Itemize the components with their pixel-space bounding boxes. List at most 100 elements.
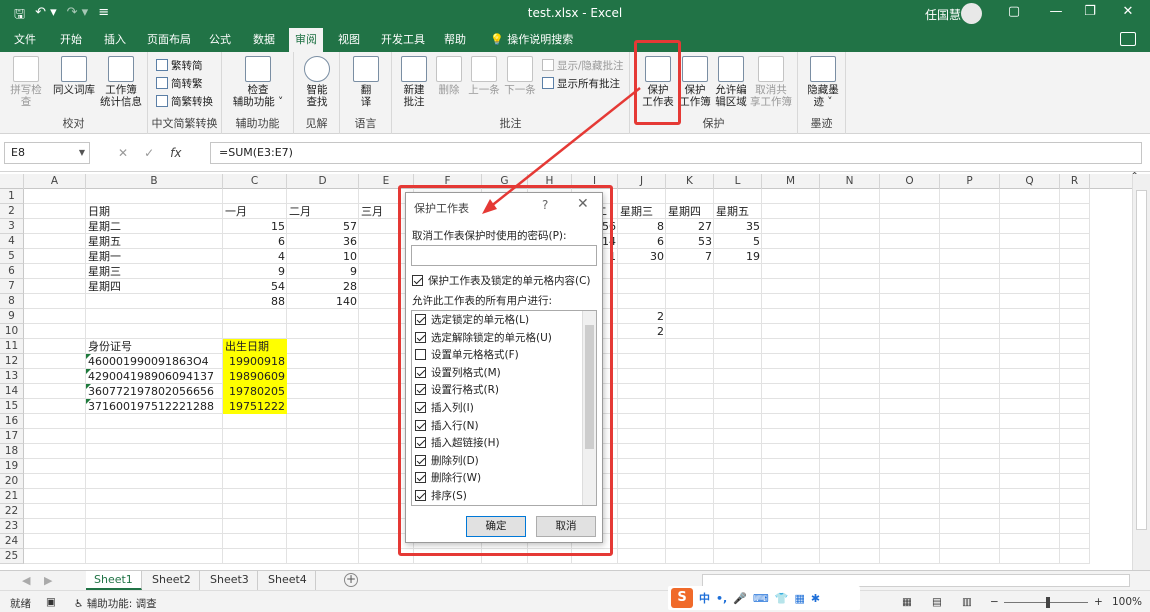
cell-d8[interactable]: 140: [287, 294, 359, 309]
cell-c3[interactable]: 15: [223, 219, 287, 234]
column-header[interactable]: Q: [1000, 174, 1060, 189]
cell-c4[interactable]: 6: [223, 234, 287, 249]
column-header[interactable]: R: [1060, 174, 1090, 189]
cell-b12[interactable]: 460001990091863O4: [86, 354, 223, 369]
column-header[interactable]: A: [24, 174, 86, 189]
trad-to-simp-button[interactable]: 繁转简: [156, 58, 203, 74]
workbook-statistics-button[interactable]: 工作簿 统计信息: [98, 56, 144, 108]
password-input[interactable]: [411, 245, 597, 266]
cell-b5[interactable]: 星期一: [86, 249, 223, 264]
column-header[interactable]: O: [880, 174, 940, 189]
cell-b7[interactable]: 星期四: [86, 279, 223, 294]
punctuation-icon[interactable]: •,: [716, 592, 727, 605]
keyboard-icon[interactable]: ⌨: [753, 592, 769, 605]
ribbon-display-options-button[interactable]: ▢: [1004, 4, 1024, 19]
cell-l3[interactable]: 35: [714, 219, 762, 234]
cell-b11[interactable]: 身份证号: [86, 339, 223, 354]
formula-input[interactable]: =SUM(E3:E7): [210, 142, 1142, 164]
error-indicator-icon[interactable]: [86, 354, 91, 359]
column-header[interactable]: P: [940, 174, 1000, 189]
permission-option[interactable]: 选定锁定的单元格(L): [415, 312, 529, 329]
cell-c11[interactable]: 出生日期: [223, 339, 287, 354]
delete-comment-button[interactable]: 删除: [434, 56, 464, 96]
microphone-icon[interactable]: 🎤: [733, 592, 747, 605]
zoom-in-button[interactable]: +: [1094, 596, 1103, 608]
cell-b13[interactable]: 429004198906094137: [86, 369, 223, 384]
permissions-list[interactable]: 选定锁定的单元格(L) 选定解除锁定的单元格(U) 设置单元格格式(F) 设置列格式(…: [411, 310, 597, 506]
checkbox-icon[interactable]: [415, 366, 426, 378]
row-header[interactable]: 21: [0, 489, 24, 504]
cell-l5[interactable]: 19: [714, 249, 762, 264]
translate-button[interactable]: 翻 译: [352, 56, 380, 108]
cell-d2[interactable]: 二月: [287, 204, 359, 219]
user-name[interactable]: 任国慧: [925, 6, 961, 23]
spelling-button[interactable]: 拼写检查: [6, 56, 46, 108]
avatar[interactable]: [961, 3, 982, 24]
error-indicator-icon[interactable]: [86, 369, 91, 374]
row-header[interactable]: 7: [0, 279, 24, 294]
checkbox-icon[interactable]: [415, 472, 426, 484]
thesaurus-button[interactable]: 同义词库: [52, 56, 96, 96]
column-header[interactable]: K: [666, 174, 714, 189]
sheet-tab-1[interactable]: Sheet1: [86, 571, 142, 590]
sheet-tab-3[interactable]: Sheet3: [202, 571, 258, 590]
ok-button[interactable]: 确定: [466, 516, 526, 537]
chinese-conversion-button[interactable]: 简繁转换: [156, 94, 213, 110]
permission-option[interactable]: 删除列(D): [415, 453, 479, 470]
allow-edit-ranges-button[interactable]: 允许编 辑区域: [714, 56, 748, 108]
cell-b4[interactable]: 星期五: [86, 234, 223, 249]
unshare-workbook-button[interactable]: 取消共 享工作簿: [748, 56, 794, 108]
ime-toolbar[interactable]: S 中 •, 🎤 ⌨ 👕 ▦ ✱: [668, 586, 860, 610]
row-header[interactable]: 12: [0, 354, 24, 369]
cell-d5[interactable]: 10: [287, 249, 359, 264]
sheet-tab-4[interactable]: Sheet4: [260, 571, 316, 590]
row-header[interactable]: 22: [0, 504, 24, 519]
tab-data[interactable]: 数据: [247, 28, 281, 52]
cell-c2[interactable]: 一月: [223, 204, 287, 219]
previous-comment-button[interactable]: 上一条: [468, 56, 500, 96]
comments-pane-icon[interactable]: [1120, 32, 1136, 46]
cell-c14[interactable]: 19780205: [223, 384, 287, 399]
permission-option[interactable]: 插入超链接(H): [415, 435, 500, 452]
permission-option[interactable]: 选定解除锁定的单元格(U): [415, 330, 552, 347]
restore-button[interactable]: ❐: [1080, 4, 1100, 19]
cell-d4[interactable]: 36: [287, 234, 359, 249]
tell-me-search[interactable]: 💡 操作说明搜索: [490, 28, 573, 52]
row-header[interactable]: 13: [0, 369, 24, 384]
checkbox-icon[interactable]: [415, 490, 426, 501]
tab-review[interactable]: 审阅: [289, 28, 323, 52]
cell-c15[interactable]: 19751222: [223, 399, 287, 414]
checkbox-icon[interactable]: [415, 384, 426, 396]
row-header[interactable]: 14: [0, 384, 24, 399]
protect-workbook-button[interactable]: 保护 工作簿: [678, 56, 712, 108]
row-header[interactable]: 16: [0, 414, 24, 429]
page-break-view-icon[interactable]: ▥: [962, 596, 972, 608]
cell-b15[interactable]: 371600197512221288: [86, 399, 223, 414]
show-all-comments-button[interactable]: 显示所有批注: [542, 76, 620, 92]
row-header[interactable]: 2: [0, 204, 24, 219]
tab-file[interactable]: 文件: [8, 28, 42, 52]
name-box[interactable]: E8 ▼: [4, 142, 90, 164]
next-comment-button[interactable]: 下一条: [504, 56, 536, 96]
permission-option[interactable]: 设置单元格格式(F): [415, 347, 519, 364]
checkbox-icon[interactable]: [415, 437, 426, 449]
tab-help[interactable]: 帮助: [438, 28, 472, 52]
column-header[interactable]: M: [762, 174, 820, 189]
cell-c12[interactable]: 19900918: [223, 354, 287, 369]
cell-b3[interactable]: 星期二: [86, 219, 223, 234]
row-header[interactable]: 23: [0, 519, 24, 534]
cell-k4[interactable]: 53: [666, 234, 714, 249]
zoom-level[interactable]: 100%: [1112, 596, 1142, 608]
cell-j4[interactable]: 6: [618, 234, 666, 249]
cell-j2[interactable]: 星期三: [618, 204, 666, 219]
cell-l4[interactable]: 5: [714, 234, 762, 249]
row-header[interactable]: 9: [0, 309, 24, 324]
cell-b2[interactable]: 日期: [86, 204, 223, 219]
cell-c7[interactable]: 54: [223, 279, 287, 294]
column-header[interactable]: B: [86, 174, 223, 189]
tab-view[interactable]: 视图: [332, 28, 366, 52]
row-header[interactable]: 3: [0, 219, 24, 234]
column-header[interactable]: J: [618, 174, 666, 189]
tab-formulas[interactable]: 公式: [203, 28, 237, 52]
row-header[interactable]: 17: [0, 429, 24, 444]
